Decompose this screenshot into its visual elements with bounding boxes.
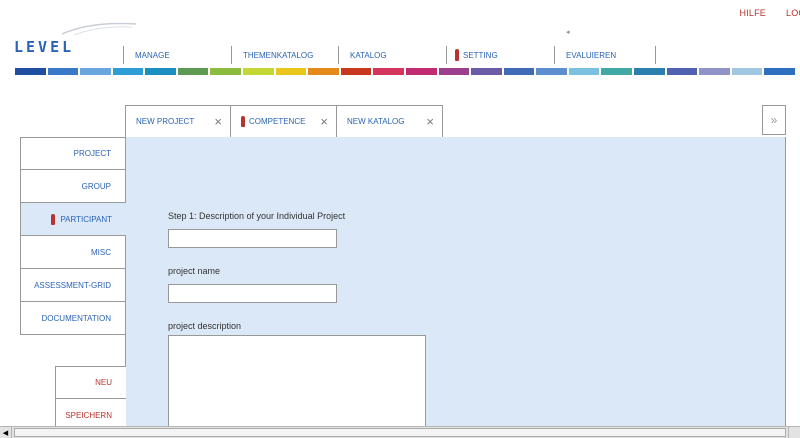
project-name-label: project name (168, 266, 221, 276)
tab-competence[interactable]: COMPETENCE × (231, 105, 337, 137)
content-panel: Step 1: Description of your Individual P… (125, 137, 786, 438)
nav-evaluieren[interactable]: EVALUIEREN (554, 46, 655, 64)
main-nav: MANAGE THEMENKATALOG KATALOG SETTING EVA… (123, 46, 656, 64)
tab-new-katalog[interactable]: NEW KATALOG × (337, 105, 443, 137)
tab-label: NEW KATALOG (347, 117, 405, 126)
logo-swoosh-icon (61, 22, 137, 36)
color-strip-segment (373, 68, 404, 75)
close-icon[interactable]: × (426, 115, 434, 128)
nav-katalog[interactable]: KATALOG (338, 46, 446, 64)
color-strip-segment (471, 68, 502, 75)
side-item-label: DOCUMENTATION (41, 313, 111, 323)
side-item-assessment-grid[interactable]: ASSESSMENT-GRID (20, 269, 126, 302)
person-icon (455, 49, 459, 61)
color-strip-segment (15, 68, 46, 75)
color-strip (15, 68, 795, 75)
color-strip-segment (210, 68, 242, 75)
color-strip-segment (503, 68, 535, 75)
color-strip-segment (568, 68, 600, 75)
person-icon (51, 213, 56, 225)
step-input[interactable] (168, 229, 337, 248)
level-logo[interactable]: LEVEL (14, 38, 74, 56)
horizontal-scrollbar[interactable]: ◀ (0, 426, 800, 438)
side-item-participant[interactable]: PARTICIPANT (20, 203, 126, 236)
tab-scroll-right-button[interactable]: » (762, 105, 786, 135)
color-strip-segment (405, 68, 437, 75)
color-strip-segment (731, 68, 763, 75)
color-strip-segment (47, 68, 79, 75)
project-name-input[interactable] (168, 284, 337, 303)
nav-label: KATALOG (350, 50, 387, 60)
nav-label: MANAGE (135, 50, 170, 60)
side-item-label: PROJECT (73, 149, 111, 158)
color-strip-segment (438, 68, 470, 75)
side-item-group[interactable]: GROUP (20, 170, 126, 203)
side-item-label: GROUP (81, 181, 111, 191)
side-actions: NEU SPEICHERN (55, 366, 126, 432)
tab-text: NEW KATALOG (347, 117, 405, 126)
tab-new-project[interactable]: NEW PROJECT × (125, 105, 231, 137)
utility-links: HILFE LOG (739, 8, 800, 18)
button-label: NEU (95, 378, 112, 387)
color-strip-segment (80, 68, 111, 75)
color-strip-segment (112, 68, 144, 75)
side-item-label: MISC (91, 247, 111, 257)
double-chevron-right-icon: » (770, 113, 778, 127)
project-form: Step 1: Description of your Individual P… (168, 211, 426, 438)
nav-label: EVALUIEREN (566, 50, 617, 60)
scroll-left-arrow-icon[interactable]: ◀ (0, 427, 12, 438)
side-item-misc[interactable]: MISC (20, 236, 126, 269)
tab-bar: NEW PROJECT × COMPETENCE × NEW KATALOG × (125, 105, 443, 137)
nav-label: THEMENKATALOG (243, 50, 314, 60)
color-strip-segment (275, 68, 307, 75)
logout-link[interactable]: LOG (786, 8, 800, 18)
tab-text: NEW PROJECT (136, 117, 195, 126)
scroll-right-arrow[interactable] (788, 427, 800, 438)
color-strip-segment (308, 68, 339, 75)
color-strip-segment (243, 68, 274, 75)
side-item-label: ASSESSMENT-GRID (34, 280, 111, 290)
tab-label: NEW PROJECT (136, 117, 194, 126)
nav-divider (655, 46, 656, 64)
help-link[interactable]: HILFE (739, 8, 766, 18)
color-strip-segment (536, 68, 567, 75)
close-icon[interactable]: × (320, 115, 328, 128)
close-icon[interactable]: × (214, 115, 222, 128)
side-item-documentation[interactable]: DOCUMENTATION (20, 302, 126, 335)
color-strip-segment (340, 68, 372, 75)
small-arrow-icon: ◂ (566, 29, 570, 36)
side-menu: PROJECT GROUP PARTICIPANT MISC ASSESSMEN… (20, 137, 126, 335)
nav-manage[interactable]: MANAGE (123, 46, 231, 64)
color-strip-segment (699, 68, 730, 75)
color-strip-segment (633, 68, 665, 75)
tab-text: COMPETENCE (249, 117, 306, 126)
button-label: SPEICHERN (65, 410, 112, 420)
color-strip-segment (177, 68, 209, 75)
person-icon (241, 116, 245, 127)
color-strip-segment (145, 68, 176, 75)
nav-label: SETTING (463, 50, 498, 60)
step-label: Step 1: Description of your Individual P… (168, 211, 346, 221)
side-item-project[interactable]: PROJECT (20, 137, 126, 170)
side-item-label: PARTICIPANT (60, 214, 112, 224)
project-description-label: project description (168, 321, 242, 331)
scrollbar-thumb[interactable] (14, 428, 786, 437)
color-strip-segment (601, 68, 632, 75)
color-strip-segment (666, 68, 698, 75)
nav-setting[interactable]: SETTING (446, 46, 554, 64)
tab-label: COMPETENCE (241, 116, 305, 127)
new-button[interactable]: NEU (55, 366, 126, 399)
project-description-textarea[interactable] (168, 335, 426, 438)
color-strip-segment (764, 68, 795, 75)
nav-themenkatalog[interactable]: THEMENKATALOG (231, 46, 338, 64)
